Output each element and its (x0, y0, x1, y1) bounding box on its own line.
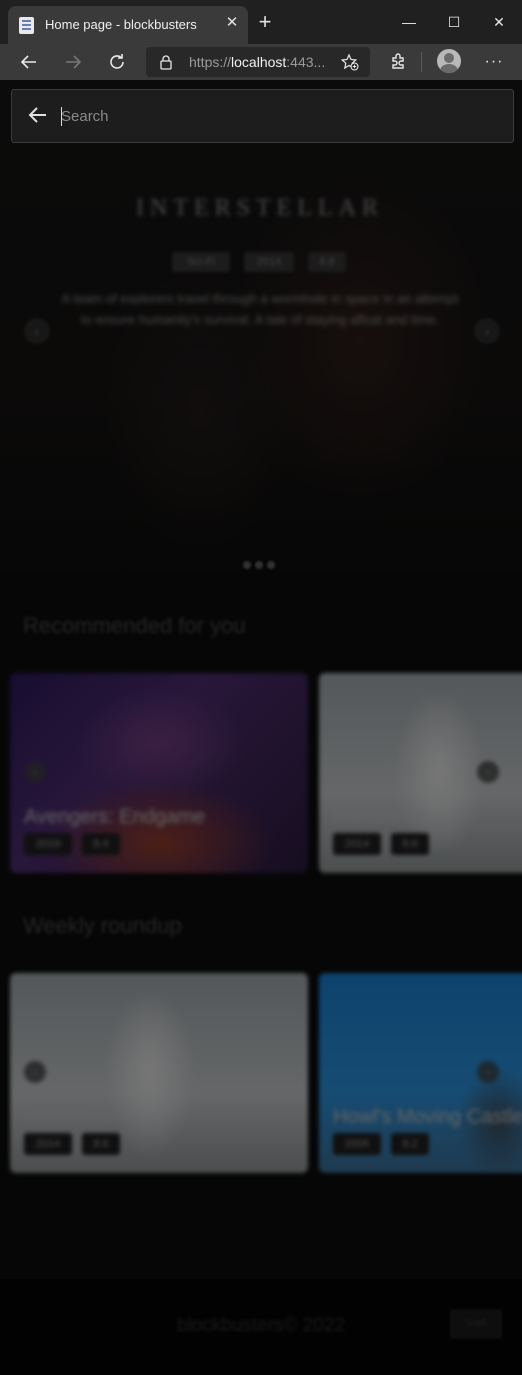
page-content: INTERSTELLAR Sci-Fi 2014 8.6 A team of e… (0, 80, 522, 1375)
maximize-button[interactable]: ☐ (442, 10, 466, 34)
text-cursor (61, 107, 62, 126)
new-tab-button[interactable]: + (255, 11, 275, 33)
tab-title: Home page - blockbusters (45, 17, 197, 32)
browser-tab[interactable]: Home page - blockbusters ✕ (8, 6, 248, 44)
add-favorite-icon[interactable] (340, 53, 359, 71)
url-text: https://localhost:443... (189, 54, 325, 70)
page-favicon-icon (19, 17, 34, 34)
search-input[interactable] (61, 100, 491, 132)
back-arrow-icon[interactable] (17, 50, 41, 74)
search-bar (11, 89, 514, 143)
minimize-button[interactable]: — (397, 10, 421, 34)
url-host: localhost (231, 54, 287, 70)
extensions-icon[interactable] (386, 50, 410, 74)
browser-toolbar: https://localhost:443... ··· (0, 44, 522, 81)
tab-close-icon[interactable]: ✕ (223, 14, 241, 32)
url-rest: :443... (286, 54, 326, 70)
close-window-button[interactable]: ✕ (487, 10, 511, 34)
more-menu-icon[interactable]: ··· (482, 50, 506, 74)
profile-avatar-icon[interactable] (437, 49, 461, 73)
url-scheme: https:// (189, 54, 232, 70)
forward-arrow-icon[interactable] (61, 50, 85, 74)
address-bar[interactable]: https://localhost:443... (146, 47, 370, 77)
search-back-arrow-icon[interactable] (26, 103, 50, 127)
lock-icon[interactable] (158, 54, 174, 70)
search-backdrop[interactable] (0, 80, 522, 1375)
toolbar-divider (421, 52, 422, 72)
refresh-icon[interactable] (105, 50, 129, 74)
browser-titlebar: Home page - blockbusters ✕ + — ☐ ✕ (0, 0, 522, 44)
